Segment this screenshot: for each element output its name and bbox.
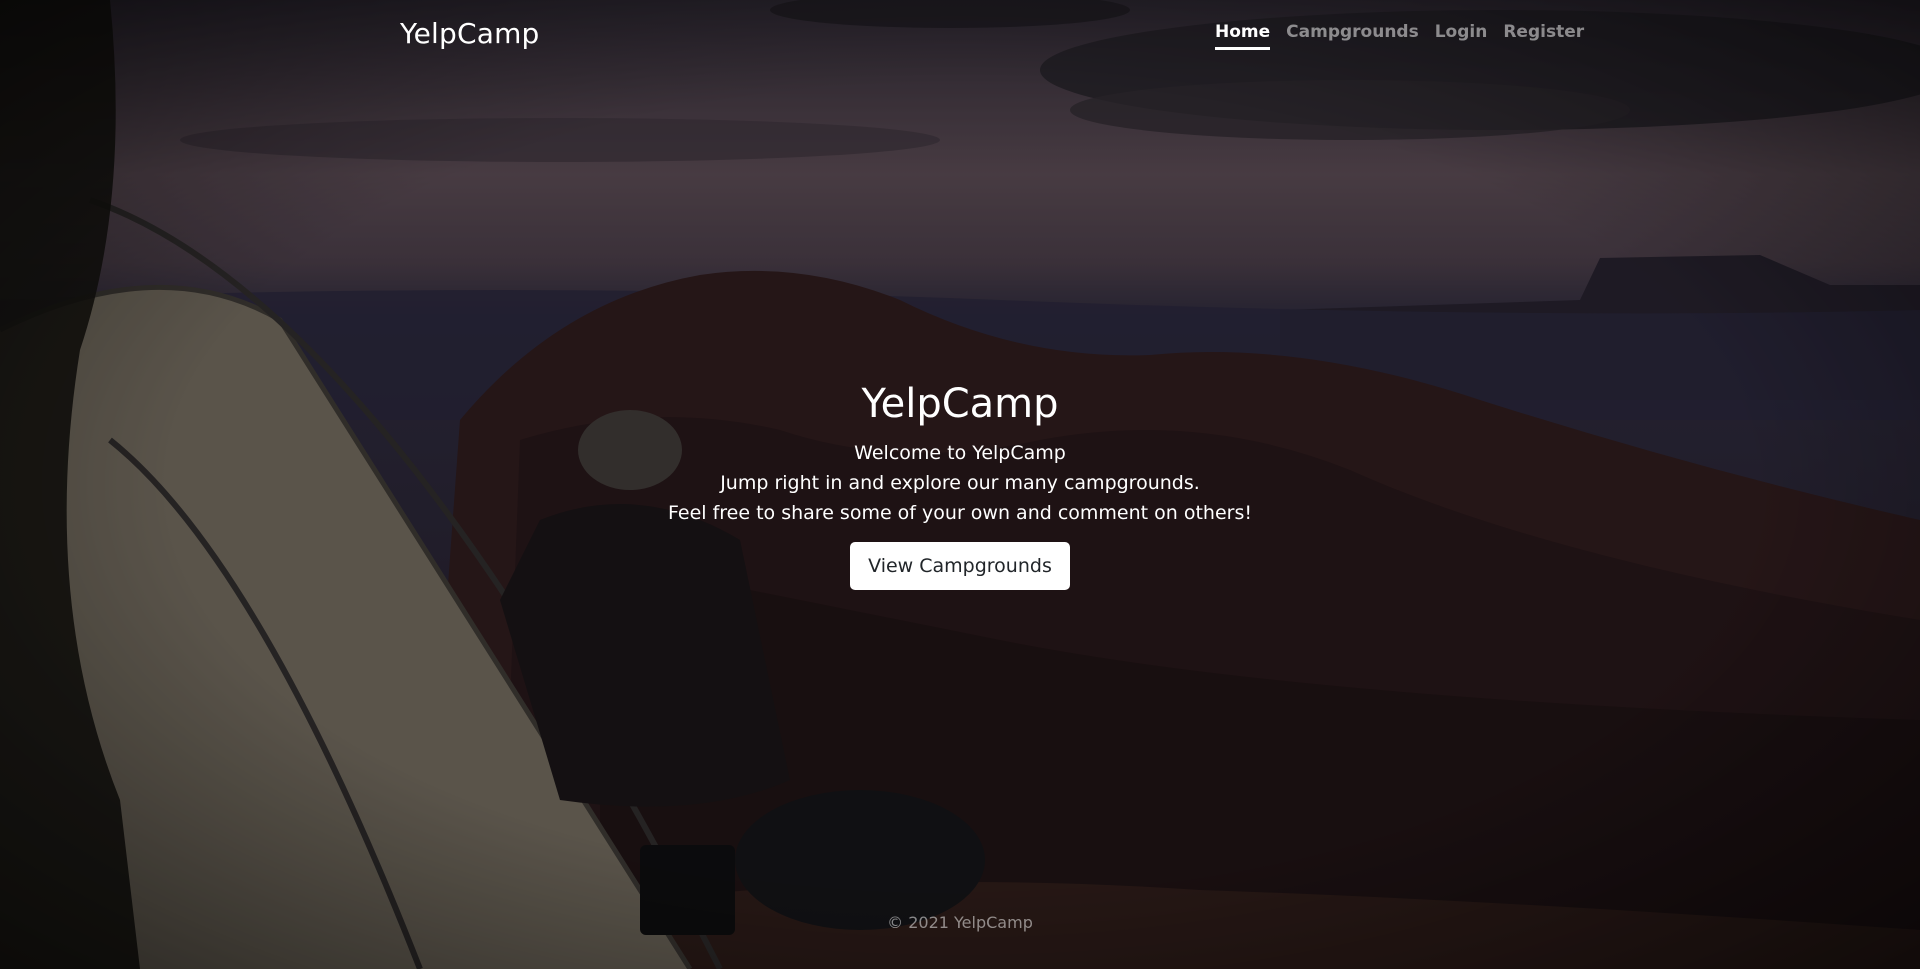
hero-welcome-text: Welcome to YelpCamp xyxy=(854,442,1066,464)
hero-explore-text: Jump right in and explore our many campg… xyxy=(720,472,1200,494)
nav-link-campgrounds[interactable]: Campgrounds xyxy=(1286,22,1419,50)
footer-copyright: © 2021 YelpCamp xyxy=(887,913,1033,932)
view-campgrounds-button[interactable]: View Campgrounds xyxy=(850,542,1070,590)
brand-logo-link[interactable]: YelpCamp xyxy=(400,17,540,50)
hero-title: YelpCamp xyxy=(861,381,1059,427)
nav-link-register[interactable]: Register xyxy=(1503,22,1584,50)
hero-section: YelpCamp Welcome to YelpCamp Jump right … xyxy=(0,376,1920,590)
nav-link-login[interactable]: Login xyxy=(1435,22,1488,50)
hero-share-text: Feel free to share some of your own and … xyxy=(668,502,1252,524)
nav-links: Home Campgrounds Login Register xyxy=(1215,22,1584,50)
landing-page: YelpCamp Home Campgrounds Login Register… xyxy=(0,0,1920,969)
nav-link-home[interactable]: Home xyxy=(1215,22,1271,50)
footer: © 2021 YelpCamp xyxy=(0,913,1920,932)
navbar: YelpCamp Home Campgrounds Login Register xyxy=(0,0,1920,68)
